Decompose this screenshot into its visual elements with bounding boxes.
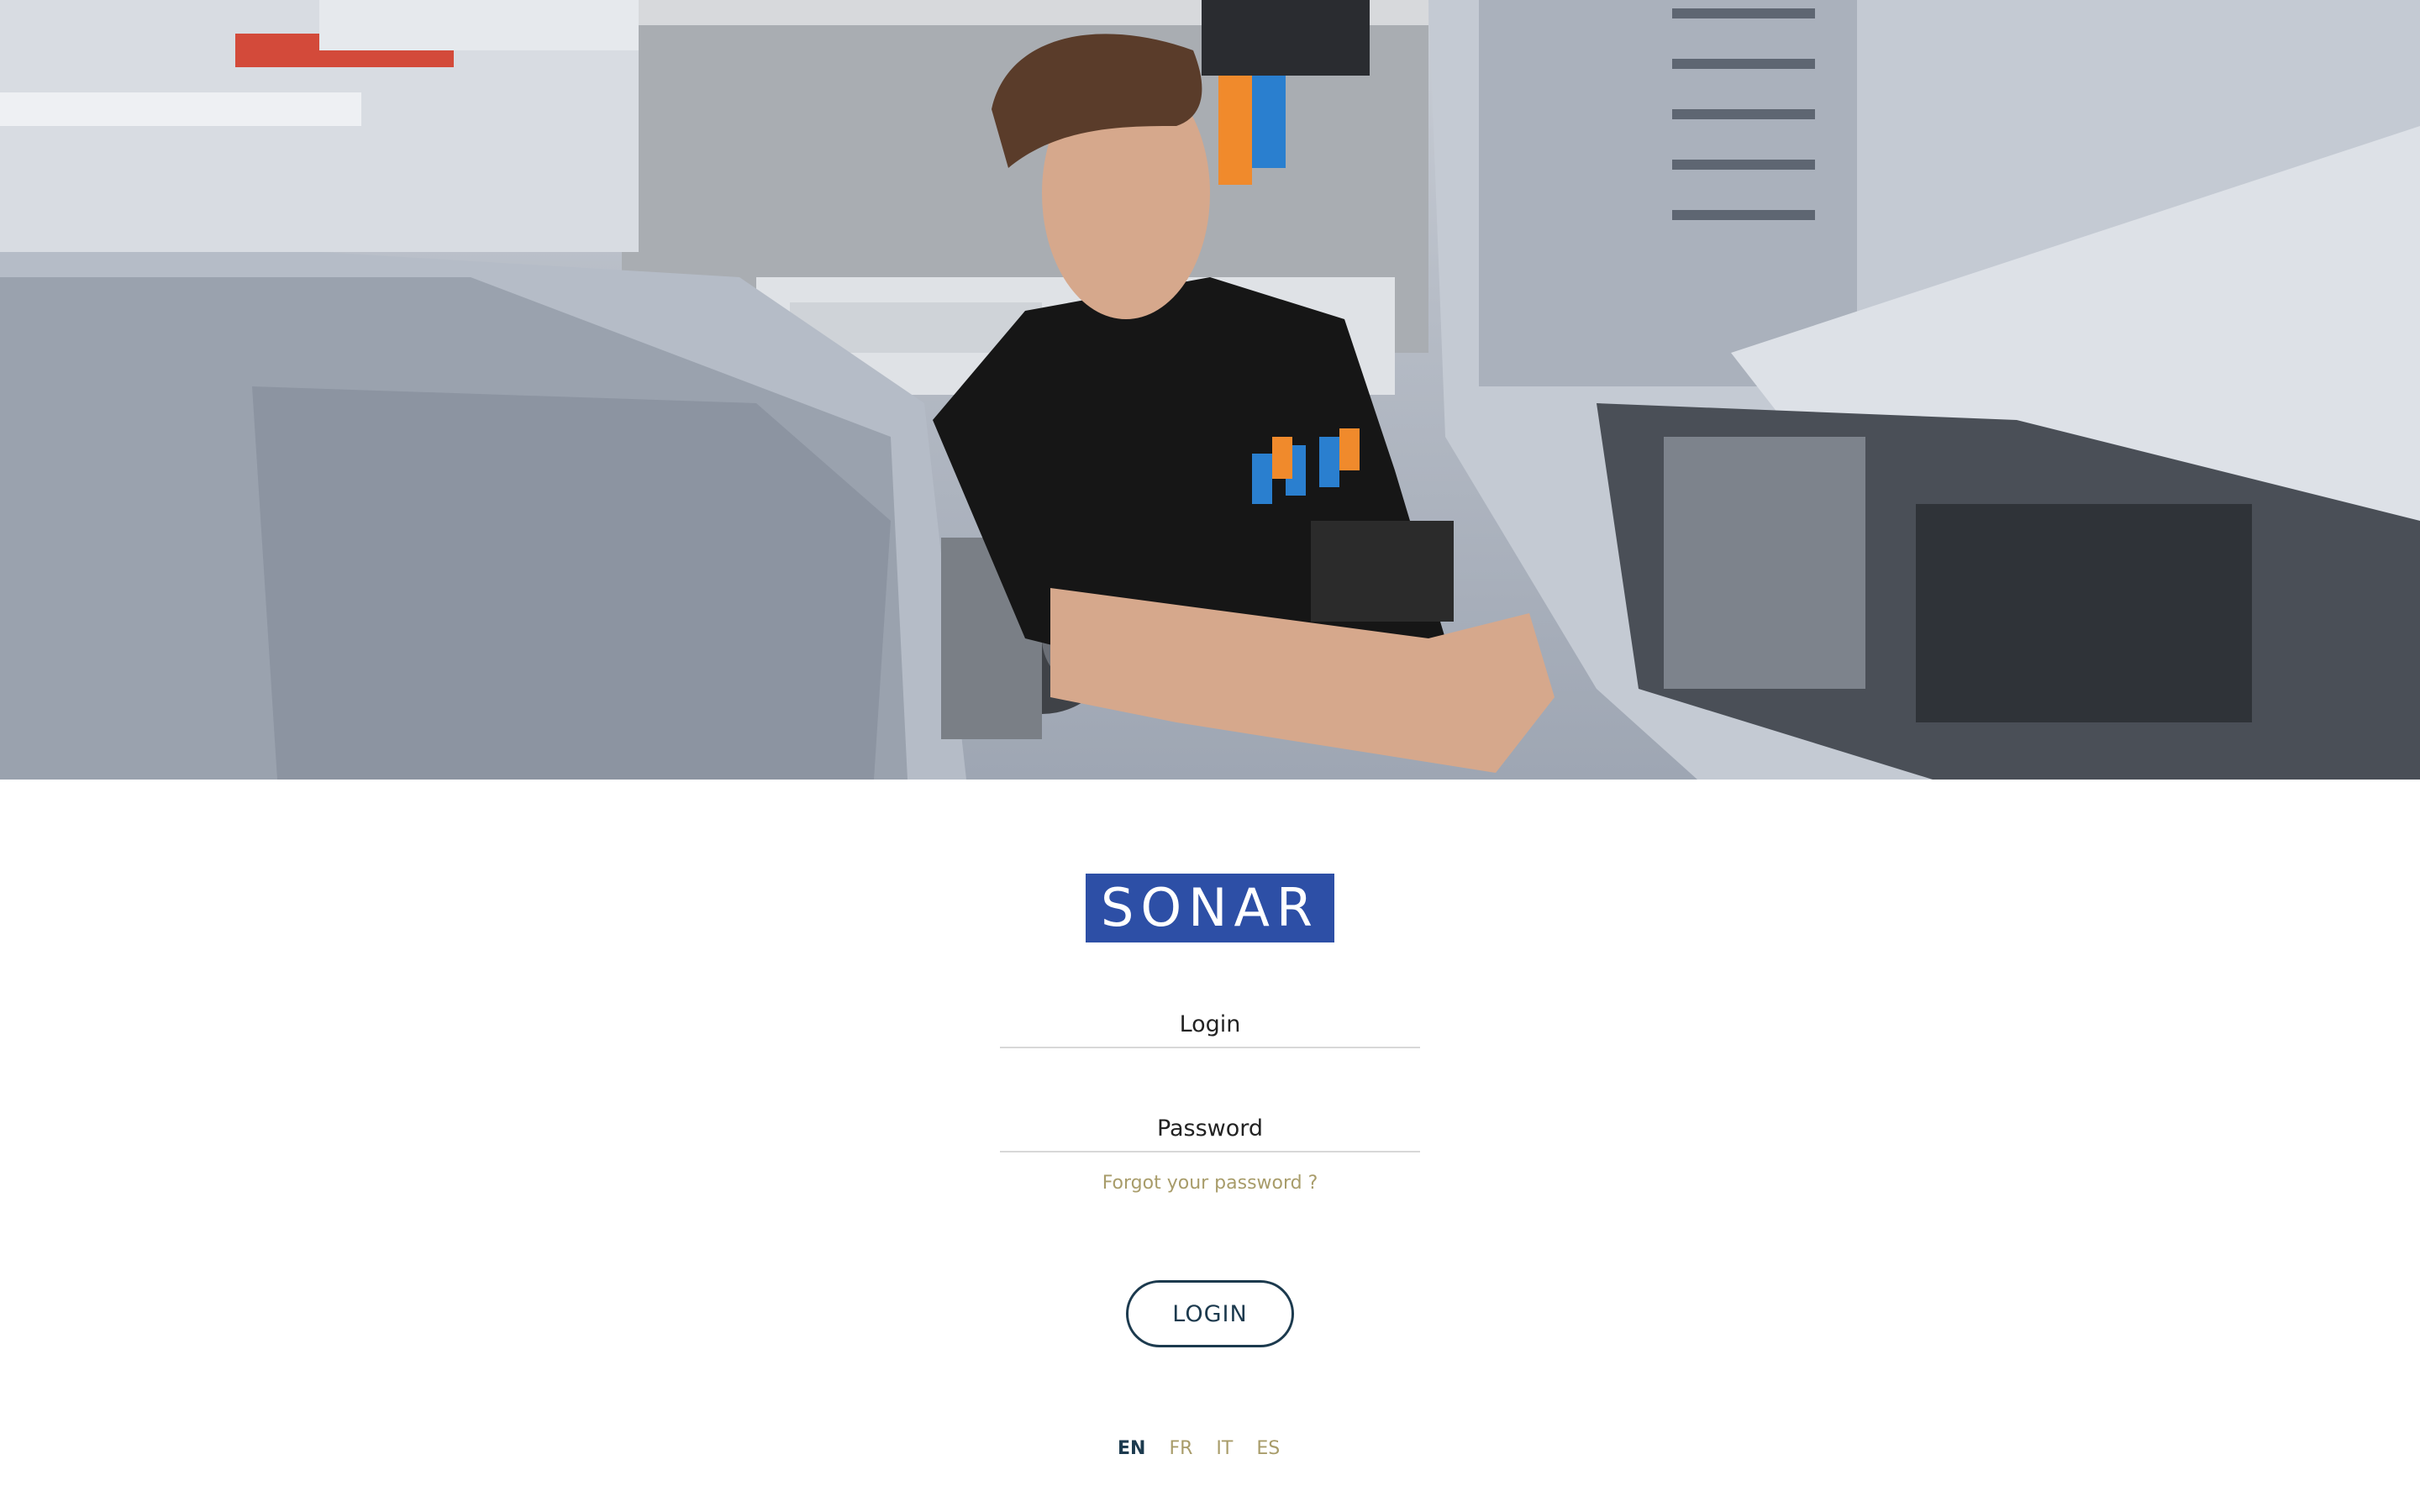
language-en[interactable]: EN xyxy=(1118,1438,1145,1463)
forgot-password-link[interactable]: Forgot your password ? xyxy=(1000,1173,1420,1194)
logo-text: SONAR xyxy=(1100,877,1320,938)
language-switcher: EN FR IT ES xyxy=(1118,1438,1280,1463)
hero-photo xyxy=(0,0,2420,780)
language-it[interactable]: IT xyxy=(1216,1438,1233,1463)
login-button[interactable]: LOGIN xyxy=(1126,1280,1294,1347)
machinist-illustration xyxy=(0,0,2420,780)
language-fr[interactable]: FR xyxy=(1169,1438,1192,1463)
language-es[interactable]: ES xyxy=(1256,1438,1280,1463)
sonar-logo: SONAR xyxy=(1086,874,1334,942)
login-input[interactable] xyxy=(1000,1001,1420,1048)
password-input[interactable] xyxy=(1000,1105,1420,1152)
